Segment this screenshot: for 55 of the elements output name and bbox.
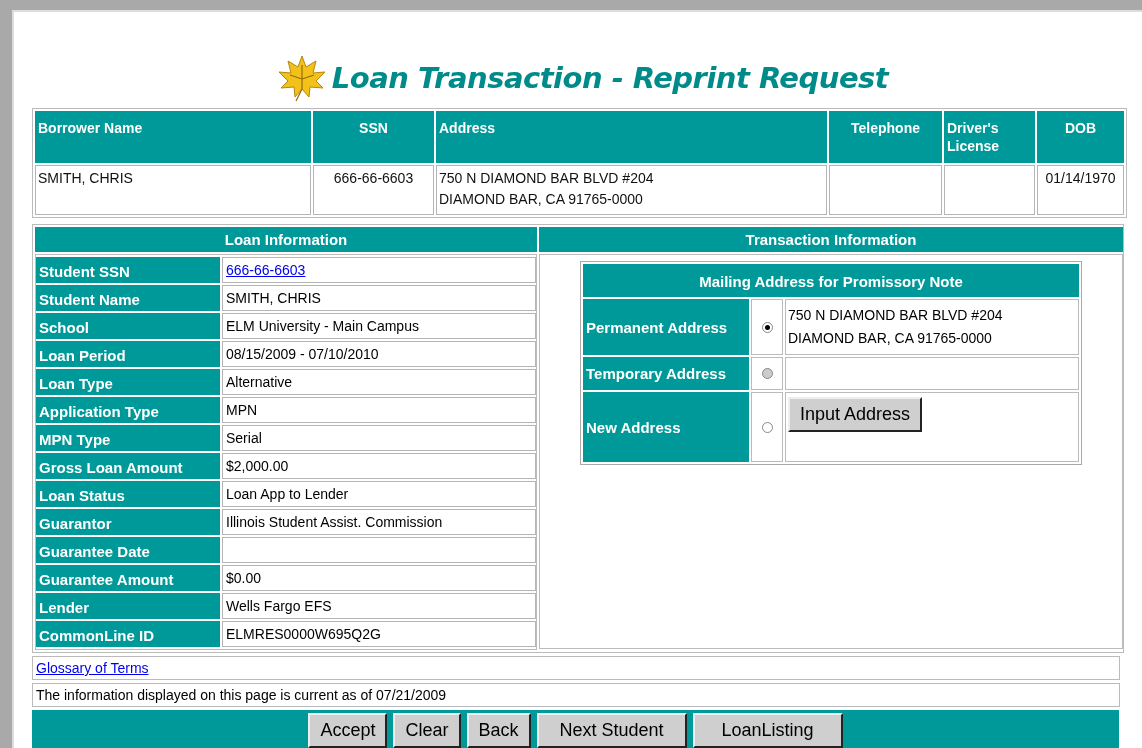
action-button[interactable]: Accept: [308, 712, 388, 748]
column-header: Telephone: [829, 111, 942, 163]
field-value: ELMRES0000W695Q2G: [222, 621, 536, 647]
section-header: Transaction Information: [539, 227, 1123, 252]
action-button[interactable]: LoanListing: [692, 712, 843, 748]
field-value: Illinois Student Assist. Commission: [222, 509, 536, 535]
column-header: Borrower Name: [35, 111, 311, 163]
field-value: SMITH, CHRIS: [222, 285, 536, 311]
address-value: 750 N DIAMOND BAR BLVD #204 DIAMOND BAR, CA 91765-0000: [785, 299, 1079, 355]
field-label: School: [36, 313, 220, 339]
table-cell: 750 N DIAMOND BAR BLVD #204 DIAMOND BAR, CA 91765-0000: [436, 165, 827, 215]
currency-note: The information displayed on this page is current as of 07/21/2009: [36, 687, 447, 703]
field-value: $2,000.00: [222, 453, 536, 479]
glossary-link[interactable]: Glossary of Terms: [36, 660, 149, 676]
field-value: Loan App to Lender: [222, 481, 536, 507]
field-label: Lender: [36, 593, 220, 619]
radio-button[interactable]: [761, 321, 773, 333]
option-label: Permanent Address: [583, 299, 749, 355]
input-address-button[interactable]: Input Address: [788, 397, 923, 432]
table-cell: 01/14/1970: [1037, 165, 1124, 215]
table-cell: SMITH, CHRIS: [35, 165, 311, 215]
field-value: 08/15/2009 - 07/10/2010: [222, 341, 536, 367]
section-header: Loan Information: [35, 227, 537, 252]
page-title: Loan Transaction - Reprint Request: [331, 61, 889, 95]
field-value: Alternative: [222, 369, 536, 395]
field-value: Wells Fargo EFS: [222, 593, 536, 619]
action-button[interactable]: Clear: [393, 712, 461, 748]
action-button[interactable]: Next Student: [536, 712, 687, 748]
column-header: DOB: [1037, 111, 1124, 163]
table-cell: 666-66-6603: [313, 165, 434, 215]
column-header: Driver's License: [944, 111, 1035, 163]
field-value: MPN: [222, 397, 536, 423]
field-value: ELM University - Main Campus: [222, 313, 536, 339]
field-label: Student SSN: [36, 257, 220, 283]
field-label: CommonLine ID: [36, 621, 220, 647]
field-label: Student Name: [36, 285, 220, 311]
field-label: Loan Status: [36, 481, 220, 507]
field-label: Guarantee Date: [36, 537, 220, 563]
ssn-link[interactable]: 666-66-6603: [226, 262, 306, 278]
field-label: Guarantee Amount: [36, 565, 220, 591]
radio-button[interactable]: [761, 421, 773, 433]
field-label: Loan Type: [36, 369, 220, 395]
option-label: Temporary Address: [583, 357, 749, 390]
field-label: MPN Type: [36, 425, 220, 451]
option-label: New Address: [583, 392, 749, 462]
field-value: $0.00: [222, 565, 536, 591]
column-header: SSN: [313, 111, 434, 163]
column-header: Address: [436, 111, 827, 163]
field-label: Guarantor: [36, 509, 220, 535]
field-label: Loan Period: [36, 341, 220, 367]
action-button[interactable]: Back: [466, 712, 531, 748]
field-label: Application Type: [36, 397, 220, 423]
field-value: Serial: [222, 425, 536, 451]
section-header: Mailing Address for Promissory Note: [583, 264, 1079, 297]
field-label: Gross Loan Amount: [36, 453, 220, 479]
